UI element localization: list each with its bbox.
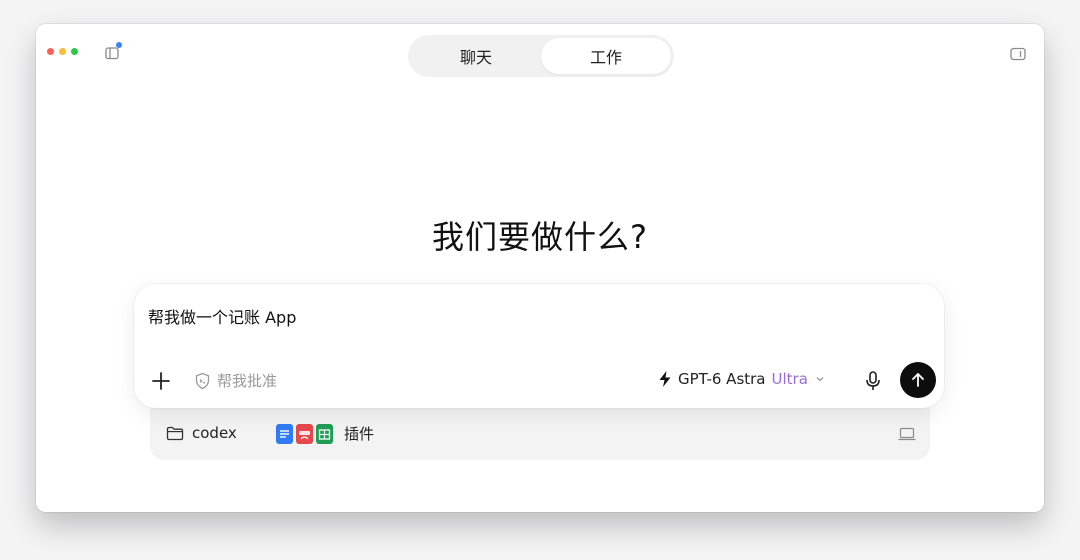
model-selector[interactable]: GPT-6 Astra Ultra: [658, 370, 826, 388]
shield-icon: [195, 372, 210, 389]
laptop-icon[interactable]: [898, 426, 916, 441]
microphone-icon: [866, 371, 880, 390]
plus-icon: [152, 372, 170, 390]
plugins-label: 插件: [344, 425, 375, 443]
voice-input-button[interactable]: [863, 370, 883, 392]
folder-icon: [166, 426, 184, 440]
close-window-button[interactable]: [47, 48, 54, 55]
folder-label: codex: [192, 424, 237, 442]
composer: 帮我做一个记账 App 帮我批准 GPT-6 Astra Ultra: [134, 284, 944, 408]
lightning-icon: [659, 371, 671, 387]
app-window: 聊天 工作 我们要做什么? codex 插件 帮我做一个记账 App 帮我批准 …: [36, 24, 1044, 512]
model-tier: Ultra: [771, 370, 808, 388]
page-title: 我们要做什么?: [432, 218, 648, 256]
minimize-window-button[interactable]: [59, 48, 66, 55]
add-attachment-button[interactable]: [150, 370, 172, 392]
prompt-input[interactable]: 帮我做一个记账 App: [148, 304, 296, 328]
model-name: GPT-6 Astra: [678, 370, 766, 388]
notification-dot: [116, 42, 122, 48]
panel-toggle-icon[interactable]: [1010, 46, 1026, 61]
sidebar-toggle-icon[interactable]: [105, 42, 122, 60]
chevron-down-icon: [816, 377, 824, 382]
mode-switcher: 聊天 工作: [408, 35, 674, 77]
arrow-up-icon: [912, 373, 924, 387]
approval-mode-button[interactable]: 帮我批准: [194, 370, 277, 391]
docs-icon: [276, 423, 293, 444]
folder-selector[interactable]: codex: [166, 424, 237, 442]
context-bar: codex 插件: [150, 408, 930, 460]
maximize-window-button[interactable]: [71, 48, 78, 55]
sheets-icon: [316, 423, 333, 444]
plugins-selector[interactable]: 插件: [276, 423, 374, 444]
tab-chat[interactable]: 聊天: [411, 38, 541, 74]
window-controls: [47, 48, 78, 55]
approval-mode-label: 帮我批准: [217, 372, 278, 390]
tab-work[interactable]: 工作: [541, 38, 671, 74]
pdf-icon: [296, 423, 313, 444]
send-button[interactable]: [900, 362, 936, 398]
